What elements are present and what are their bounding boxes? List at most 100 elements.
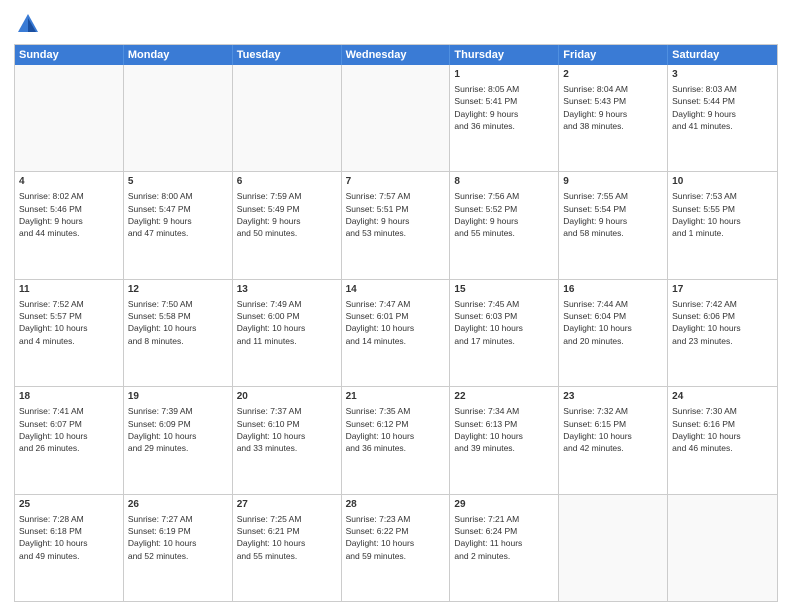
day-cell-21: 21Sunrise: 7:35 AM Sunset: 6:12 PM Dayli… (342, 387, 451, 493)
logo (14, 10, 46, 38)
day-cell-25: 25Sunrise: 7:28 AM Sunset: 6:18 PM Dayli… (15, 495, 124, 601)
day-cell-28: 28Sunrise: 7:23 AM Sunset: 6:22 PM Dayli… (342, 495, 451, 601)
day-info: Sunrise: 7:50 AM Sunset: 5:58 PM Dayligh… (128, 298, 228, 347)
weekday-header-tuesday: Tuesday (233, 45, 342, 65)
day-cell-22: 22Sunrise: 7:34 AM Sunset: 6:13 PM Dayli… (450, 387, 559, 493)
day-number: 23 (563, 390, 663, 404)
day-cell-14: 14Sunrise: 7:47 AM Sunset: 6:01 PM Dayli… (342, 280, 451, 386)
day-number: 22 (454, 390, 554, 404)
day-number: 18 (19, 390, 119, 404)
empty-cell-r0c2 (233, 65, 342, 171)
day-cell-2: 2Sunrise: 8:04 AM Sunset: 5:43 PM Daylig… (559, 65, 668, 171)
day-info: Sunrise: 7:25 AM Sunset: 6:21 PM Dayligh… (237, 513, 337, 562)
logo-icon (14, 10, 42, 38)
day-info: Sunrise: 7:30 AM Sunset: 6:16 PM Dayligh… (672, 405, 773, 454)
day-number: 9 (563, 175, 663, 189)
day-info: Sunrise: 7:35 AM Sunset: 6:12 PM Dayligh… (346, 405, 446, 454)
day-number: 11 (19, 283, 119, 297)
empty-cell-r0c0 (15, 65, 124, 171)
day-cell-5: 5Sunrise: 8:00 AM Sunset: 5:47 PM Daylig… (124, 172, 233, 278)
day-number: 4 (19, 175, 119, 189)
day-cell-20: 20Sunrise: 7:37 AM Sunset: 6:10 PM Dayli… (233, 387, 342, 493)
calendar: SundayMondayTuesdayWednesdayThursdayFrid… (14, 44, 778, 602)
day-info: Sunrise: 7:21 AM Sunset: 6:24 PM Dayligh… (454, 513, 554, 562)
day-cell-29: 29Sunrise: 7:21 AM Sunset: 6:24 PM Dayli… (450, 495, 559, 601)
day-cell-13: 13Sunrise: 7:49 AM Sunset: 6:00 PM Dayli… (233, 280, 342, 386)
calendar-row-3: 11Sunrise: 7:52 AM Sunset: 5:57 PM Dayli… (15, 279, 777, 386)
day-info: Sunrise: 8:04 AM Sunset: 5:43 PM Dayligh… (563, 83, 663, 132)
calendar-row-5: 25Sunrise: 7:28 AM Sunset: 6:18 PM Dayli… (15, 494, 777, 601)
day-info: Sunrise: 7:52 AM Sunset: 5:57 PM Dayligh… (19, 298, 119, 347)
empty-cell-r0c1 (124, 65, 233, 171)
day-info: Sunrise: 7:42 AM Sunset: 6:06 PM Dayligh… (672, 298, 773, 347)
calendar-body: 1Sunrise: 8:05 AM Sunset: 5:41 PM Daylig… (15, 65, 777, 601)
day-info: Sunrise: 7:44 AM Sunset: 6:04 PM Dayligh… (563, 298, 663, 347)
day-number: 13 (237, 283, 337, 297)
day-info: Sunrise: 7:39 AM Sunset: 6:09 PM Dayligh… (128, 405, 228, 454)
weekday-header-wednesday: Wednesday (342, 45, 451, 65)
day-cell-24: 24Sunrise: 7:30 AM Sunset: 6:16 PM Dayli… (668, 387, 777, 493)
weekday-header-sunday: Sunday (15, 45, 124, 65)
day-info: Sunrise: 7:27 AM Sunset: 6:19 PM Dayligh… (128, 513, 228, 562)
day-number: 12 (128, 283, 228, 297)
day-cell-1: 1Sunrise: 8:05 AM Sunset: 5:41 PM Daylig… (450, 65, 559, 171)
day-number: 29 (454, 498, 554, 512)
day-info: Sunrise: 7:41 AM Sunset: 6:07 PM Dayligh… (19, 405, 119, 454)
empty-cell-r4c5 (559, 495, 668, 601)
empty-cell-r4c6 (668, 495, 777, 601)
day-number: 1 (454, 68, 554, 82)
day-number: 24 (672, 390, 773, 404)
day-number: 2 (563, 68, 663, 82)
day-cell-10: 10Sunrise: 7:53 AM Sunset: 5:55 PM Dayli… (668, 172, 777, 278)
header (14, 10, 778, 38)
day-number: 3 (672, 68, 773, 82)
day-info: Sunrise: 8:05 AM Sunset: 5:41 PM Dayligh… (454, 83, 554, 132)
day-cell-27: 27Sunrise: 7:25 AM Sunset: 6:21 PM Dayli… (233, 495, 342, 601)
day-cell-18: 18Sunrise: 7:41 AM Sunset: 6:07 PM Dayli… (15, 387, 124, 493)
day-number: 5 (128, 175, 228, 189)
day-number: 7 (346, 175, 446, 189)
day-info: Sunrise: 7:34 AM Sunset: 6:13 PM Dayligh… (454, 405, 554, 454)
day-number: 10 (672, 175, 773, 189)
day-info: Sunrise: 7:56 AM Sunset: 5:52 PM Dayligh… (454, 190, 554, 239)
day-number: 8 (454, 175, 554, 189)
day-info: Sunrise: 7:32 AM Sunset: 6:15 PM Dayligh… (563, 405, 663, 454)
day-cell-7: 7Sunrise: 7:57 AM Sunset: 5:51 PM Daylig… (342, 172, 451, 278)
day-number: 17 (672, 283, 773, 297)
day-cell-6: 6Sunrise: 7:59 AM Sunset: 5:49 PM Daylig… (233, 172, 342, 278)
day-info: Sunrise: 7:37 AM Sunset: 6:10 PM Dayligh… (237, 405, 337, 454)
day-info: Sunrise: 7:23 AM Sunset: 6:22 PM Dayligh… (346, 513, 446, 562)
calendar-row-4: 18Sunrise: 7:41 AM Sunset: 6:07 PM Dayli… (15, 386, 777, 493)
day-info: Sunrise: 7:49 AM Sunset: 6:00 PM Dayligh… (237, 298, 337, 347)
weekday-header-thursday: Thursday (450, 45, 559, 65)
day-cell-17: 17Sunrise: 7:42 AM Sunset: 6:06 PM Dayli… (668, 280, 777, 386)
day-number: 26 (128, 498, 228, 512)
day-info: Sunrise: 7:45 AM Sunset: 6:03 PM Dayligh… (454, 298, 554, 347)
day-number: 14 (346, 283, 446, 297)
day-number: 15 (454, 283, 554, 297)
day-cell-9: 9Sunrise: 7:55 AM Sunset: 5:54 PM Daylig… (559, 172, 668, 278)
day-info: Sunrise: 7:28 AM Sunset: 6:18 PM Dayligh… (19, 513, 119, 562)
calendar-header: SundayMondayTuesdayWednesdayThursdayFrid… (15, 45, 777, 65)
day-cell-3: 3Sunrise: 8:03 AM Sunset: 5:44 PM Daylig… (668, 65, 777, 171)
day-cell-4: 4Sunrise: 8:02 AM Sunset: 5:46 PM Daylig… (15, 172, 124, 278)
day-cell-19: 19Sunrise: 7:39 AM Sunset: 6:09 PM Dayli… (124, 387, 233, 493)
day-info: Sunrise: 7:55 AM Sunset: 5:54 PM Dayligh… (563, 190, 663, 239)
day-number: 19 (128, 390, 228, 404)
weekday-header-monday: Monday (124, 45, 233, 65)
day-number: 25 (19, 498, 119, 512)
day-number: 28 (346, 498, 446, 512)
day-number: 6 (237, 175, 337, 189)
day-info: Sunrise: 7:53 AM Sunset: 5:55 PM Dayligh… (672, 190, 773, 239)
day-cell-12: 12Sunrise: 7:50 AM Sunset: 5:58 PM Dayli… (124, 280, 233, 386)
day-info: Sunrise: 7:57 AM Sunset: 5:51 PM Dayligh… (346, 190, 446, 239)
day-number: 20 (237, 390, 337, 404)
page: SundayMondayTuesdayWednesdayThursdayFrid… (0, 0, 792, 612)
day-info: Sunrise: 8:03 AM Sunset: 5:44 PM Dayligh… (672, 83, 773, 132)
day-cell-11: 11Sunrise: 7:52 AM Sunset: 5:57 PM Dayli… (15, 280, 124, 386)
day-number: 16 (563, 283, 663, 297)
day-info: Sunrise: 7:59 AM Sunset: 5:49 PM Dayligh… (237, 190, 337, 239)
weekday-header-saturday: Saturday (668, 45, 777, 65)
empty-cell-r0c3 (342, 65, 451, 171)
day-number: 21 (346, 390, 446, 404)
